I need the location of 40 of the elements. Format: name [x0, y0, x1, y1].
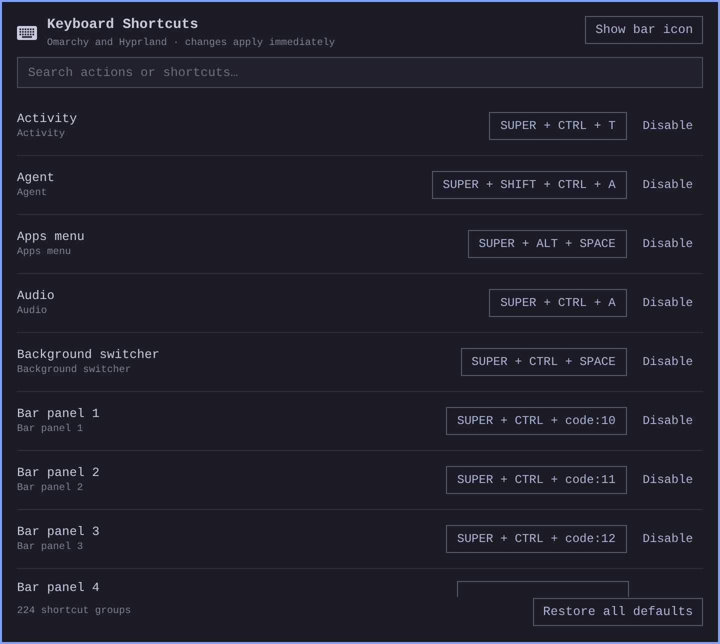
- shortcut-name: Bar panel 1: [17, 407, 101, 421]
- keyboard-icon: [17, 26, 37, 40]
- key-combo-button[interactable]: SUPER + CTRL + code:10: [446, 407, 627, 435]
- disable-button[interactable]: Disable: [642, 351, 703, 373]
- shortcut-name: Apps menu: [17, 230, 86, 244]
- window-subtitle: Omarchy and Hyprland · changes apply immediately: [47, 38, 336, 49]
- disable-button[interactable]: Disable: [642, 115, 703, 137]
- shortcut-description: Apps menu: [17, 247, 72, 258]
- window-title: Keyboard Shortcuts: [47, 17, 200, 33]
- search-field[interactable]: Search actions or shortcuts…: [17, 57, 703, 88]
- shortcut-description: Bar panel 1: [17, 424, 84, 435]
- disable-button[interactable]: Disable: [642, 528, 703, 550]
- key-combo-button[interactable]: SUPER + CTRL + code:11: [446, 466, 627, 494]
- key-combo-button[interactable]: SUPER + ALT + SPACE: [468, 230, 627, 258]
- key-combo-button[interactable]: SUPER + CTRL + SPACE: [460, 348, 627, 376]
- shortcut-description: Background switcher: [17, 365, 132, 376]
- disable-button[interactable]: Disable: [642, 233, 703, 255]
- disable-button[interactable]: Disable: [642, 292, 703, 314]
- key-combo-button[interactable]: SUPER + CTRL + A: [489, 289, 627, 317]
- shortcut-description: Activity: [17, 129, 66, 140]
- shortcut-description: Agent: [17, 188, 48, 199]
- shortcut-description: Bar panel 2: [17, 483, 84, 494]
- restore-defaults-button[interactable]: Restore all defaults: [532, 598, 703, 626]
- shortcut-name: Agent: [17, 171, 56, 185]
- shortcut-description: Audio: [17, 306, 48, 317]
- key-combo-button[interactable]: SUPER + CTRL + T: [489, 112, 627, 140]
- shortcut-name: Bar panel 4: [17, 581, 101, 595]
- disable-button[interactable]: Disable: [642, 174, 703, 196]
- show-bar-icon-button[interactable]: Show bar icon: [585, 16, 703, 44]
- shortcut-name: Background switcher: [17, 348, 161, 362]
- disable-button[interactable]: Disable: [642, 469, 703, 491]
- shortcut-name: Bar panel 2: [17, 466, 101, 480]
- disable-button[interactable]: Disable: [642, 410, 703, 432]
- key-combo-button[interactable]: SUPER + SHIFT + CTRL + A: [432, 171, 627, 199]
- shortcut-name: Audio: [17, 289, 56, 303]
- shortcut-group-count: 224 shortcut groups: [17, 606, 132, 617]
- shortcut-description: Bar panel 3: [17, 542, 84, 553]
- shortcut-name: Activity: [17, 112, 78, 126]
- key-combo-button[interactable]: SUPER + CTRL + code:12: [446, 525, 627, 553]
- shortcut-name: Bar panel 3: [17, 525, 101, 539]
